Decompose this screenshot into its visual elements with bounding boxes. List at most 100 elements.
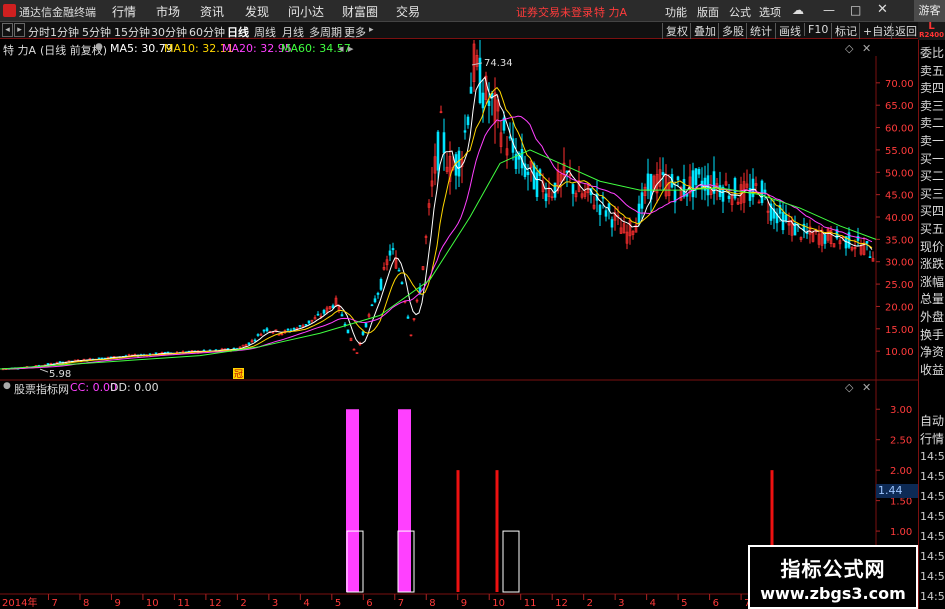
menu-discover[interactable]: 发现 <box>245 3 269 20</box>
expand-chart-icon[interactable]: ◇ <box>845 42 853 55</box>
menu-market[interactable]: 行情 <box>112 3 136 20</box>
white-step <box>502 530 520 593</box>
price-tick-label: 70.00 <box>885 79 914 90</box>
period-30min[interactable]: 30分钟 <box>151 24 187 40</box>
side-time-4: 14:56 <box>920 530 945 543</box>
candle-body <box>346 329 350 334</box>
period-more[interactable]: 更多 <box>344 24 366 40</box>
side-time-7: 14:56 <box>920 590 945 603</box>
magenta-bar <box>346 409 359 592</box>
candle-body <box>676 176 680 181</box>
period-multi[interactable]: 多周期 <box>309 24 342 40</box>
menu-layout[interactable]: 版面 <box>697 4 719 20</box>
candle-body <box>265 328 269 332</box>
cloud-icon[interactable]: ☁ <box>792 3 804 17</box>
period-monthly[interactable]: 月线 <box>282 24 304 40</box>
side-item-9: 买四 <box>920 204 945 219</box>
event-marker-label[interactable]: 冠 <box>234 369 243 380</box>
candle-body <box>442 132 446 154</box>
candle-body <box>46 363 50 365</box>
info-next-icon[interactable]: ▸ <box>348 42 354 55</box>
menu-exchange[interactable]: 市场 <box>156 3 180 20</box>
side-item-18: 收益 <box>920 362 945 377</box>
side-item-10: 买五 <box>920 222 945 236</box>
date-label: 10 <box>146 598 159 609</box>
candle-body <box>637 203 641 225</box>
period-daily[interactable]: 日线 <box>227 24 249 40</box>
price-tick-label: 10.00 <box>885 347 914 358</box>
candle-body <box>865 241 869 244</box>
period-5min[interactable]: 5分钟 <box>82 24 111 40</box>
level-badge[interactable]: L R2400 <box>918 22 945 40</box>
candle-body <box>316 313 320 316</box>
period-weekly[interactable]: 周线 <box>254 24 276 40</box>
candle-body <box>694 168 698 185</box>
side-lower-0[interactable]: 自动 <box>920 412 945 430</box>
indicator-toggle-icon[interactable]: ● <box>3 381 11 391</box>
more-dropdown-icon[interactable]: ▸ <box>369 25 374 35</box>
tool-draw[interactable]: 画线 <box>775 23 804 39</box>
side-lower-1[interactable]: 行情 <box>920 430 945 448</box>
minimize-icon[interactable]: — <box>823 3 835 17</box>
nav-right-icon[interactable]: ▸ <box>14 23 25 37</box>
date-label: 8 <box>429 598 435 609</box>
user-button[interactable]: 游客 <box>914 0 945 22</box>
period-1min[interactable]: 1分钟 <box>50 24 79 40</box>
date-label: 8 <box>83 598 89 609</box>
date-label: 9 <box>114 598 120 609</box>
close-icon[interactable]: ✕ <box>877 2 888 17</box>
watermark-url: www.zbgs3.com <box>760 584 906 603</box>
menu-trade[interactable]: 交易 <box>396 3 420 20</box>
date-label: 7 <box>51 598 57 609</box>
price-tick-label: 55.00 <box>885 146 914 157</box>
login-status[interactable]: 证券交易未登录 <box>516 4 593 20</box>
menu-options[interactable]: 选项 <box>759 4 781 20</box>
candle-body <box>256 334 260 336</box>
candle-body <box>682 179 686 197</box>
period-60min[interactable]: 60分钟 <box>189 24 225 40</box>
tool-multistock[interactable]: 多股 <box>718 23 747 39</box>
period-tick[interactable]: 分时 <box>28 24 50 40</box>
indicator-expand-icon[interactable]: ◇ <box>845 381 853 394</box>
side-time-2: 14:55 <box>920 490 945 503</box>
menu-ask[interactable]: 问小达 <box>288 3 324 20</box>
candle-body <box>553 182 557 198</box>
candle-body <box>400 282 404 285</box>
tool-f10[interactable]: F10 <box>804 23 831 36</box>
side-item-13: 涨幅 <box>920 274 945 289</box>
period-15min[interactable]: 15分钟 <box>114 24 150 40</box>
red-bar <box>495 470 499 592</box>
menu-wealth[interactable]: 财富圈 <box>342 3 378 20</box>
chart-canvas[interactable]: 70.00 65.00 60.00 55.00 50.00 45.00 40.00 35.00… <box>0 40 918 609</box>
indicator-close-icon[interactable]: ✕ <box>862 381 871 394</box>
side-item-15: 外盘 <box>920 310 945 324</box>
menu-news[interactable]: 资讯 <box>200 3 224 20</box>
tool-overlay[interactable]: 叠加 <box>690 23 719 39</box>
menu-function[interactable]: 功能 <box>665 4 687 20</box>
stock-name: 特 力A <box>3 44 37 57</box>
date-label: 4 <box>303 598 309 609</box>
date-label: 5 <box>335 598 341 609</box>
price-tick-label: 40.00 <box>885 213 914 224</box>
info-prev-icon[interactable]: ◂ <box>338 42 344 55</box>
tool-mark[interactable]: 标记 <box>831 23 860 39</box>
nav-left-icon[interactable]: ◂ <box>2 23 13 37</box>
candle-body <box>340 314 344 317</box>
low-price-label: 5.98 <box>49 369 71 380</box>
close-chart-icon[interactable]: ✕ <box>862 42 871 55</box>
tool-stats[interactable]: 统计 <box>746 23 775 39</box>
candle-body <box>784 214 788 221</box>
menu-formula[interactable]: 公式 <box>729 4 751 20</box>
candle-body <box>640 192 644 209</box>
tool-back[interactable]: 返回 <box>891 23 920 39</box>
candle-body <box>388 250 392 256</box>
tool-restore[interactable]: 复权 <box>662 23 691 39</box>
level-sub: R2400 <box>919 31 944 39</box>
candle-body <box>154 352 158 355</box>
info-toggle-icon[interactable]: ● <box>95 42 103 52</box>
indicator-tick-label: 2.00 <box>890 466 912 477</box>
candle-body <box>535 172 539 198</box>
side-item-2: 卖四 <box>920 81 945 96</box>
maximize-icon[interactable]: □ <box>850 3 861 17</box>
candle-body <box>241 344 245 347</box>
